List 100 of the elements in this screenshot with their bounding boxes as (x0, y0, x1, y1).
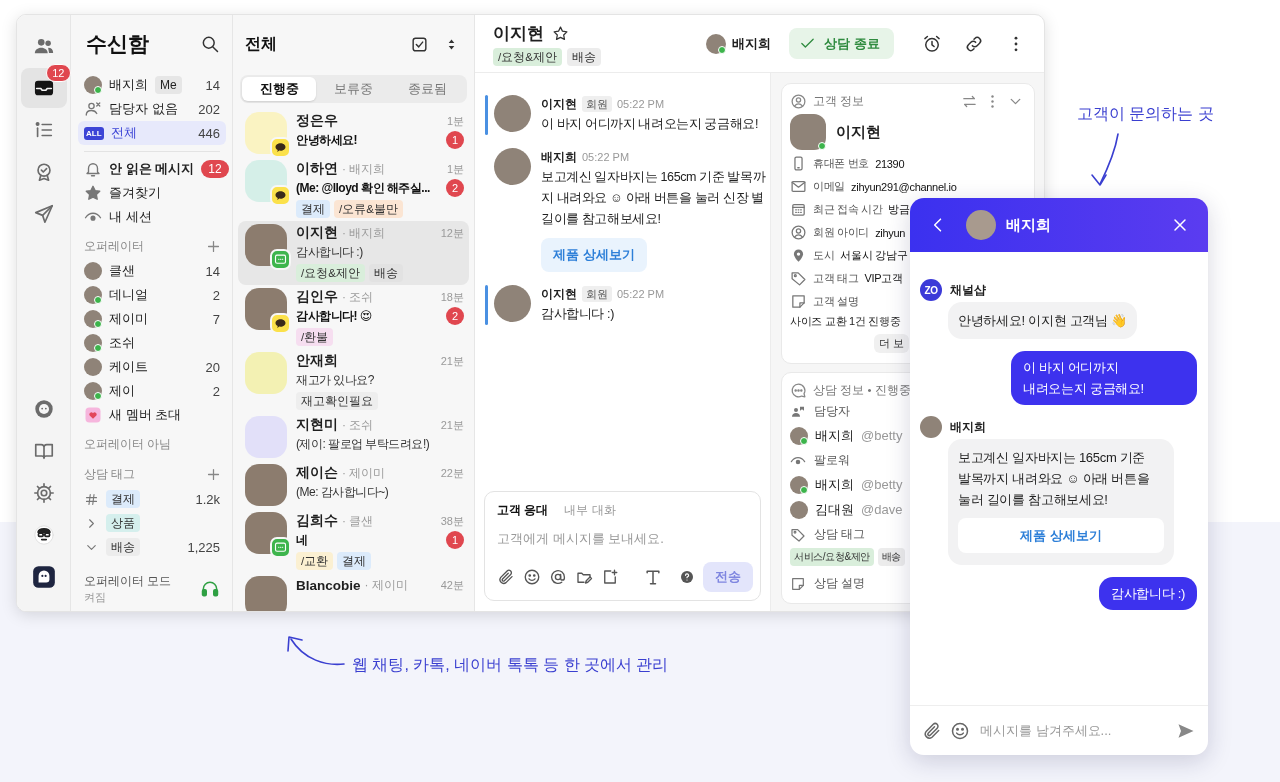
filter-item[interactable]: 즐겨찾기 (78, 181, 226, 205)
section-label: 팔로워 (814, 453, 850, 468)
tag-chip: /요청&제안 (296, 264, 365, 282)
person-circle-icon (790, 92, 807, 110)
avatar-photo (494, 285, 531, 322)
count-label: 2 (212, 287, 220, 303)
smile-icon[interactable] (523, 568, 541, 586)
conversation-item[interactable]: 지현미 · 조쉬 21분 (제이: 팔로업 부탁드려요!) (238, 413, 469, 461)
product-button[interactable]: 제품 상세보기 (541, 238, 647, 272)
count-label: 1,225 (187, 539, 220, 555)
conversation-item[interactable]: 김희수 · 클샌 38분 네 1 /교환 결제 (238, 509, 469, 573)
person-name: 배지희 (815, 475, 854, 494)
assignee-label: · 제이미 (342, 464, 386, 482)
unread-badge: 1 (446, 531, 464, 549)
filter-item[interactable]: 안 읽은 메시지 12 (78, 157, 226, 181)
person-handle: @betty (861, 428, 903, 443)
bot-face-icon (32, 398, 55, 420)
help-icon[interactable] (679, 569, 695, 585)
assignee-label: · 조쉬 (342, 416, 374, 434)
time-label: 21분 (440, 417, 464, 433)
person-x-icon (84, 100, 102, 118)
checkbox-icon[interactable] (410, 34, 429, 54)
conversation-item[interactable]: 이하연 · 배지희 1분 (Me: @lloyd 확인 해주실... 2 결제 /오류&불만 (238, 157, 469, 221)
count-label: 14 (205, 263, 220, 279)
operator-item[interactable]: 제이 2 (78, 379, 226, 403)
person-handle: @betty (861, 477, 903, 492)
square-plus-icon[interactable] (601, 568, 619, 586)
description-text: 사이즈 교환 1건 진행중 (790, 314, 901, 329)
text-format-icon[interactable] (643, 567, 663, 587)
invite-label: 새 멤버 초대 (109, 406, 182, 424)
time-label: 05:22 PM (617, 98, 665, 110)
note-icon (790, 575, 806, 592)
search-icon[interactable] (200, 34, 220, 54)
count-label: 14 (205, 77, 220, 93)
time-label: 1분 (446, 113, 464, 129)
smile-icon[interactable] (950, 720, 970, 741)
tag-item[interactable]: 상품 (78, 511, 226, 535)
conversation-item[interactable]: 정은우 1분 안녕하세요! 1 (238, 109, 469, 157)
more-button[interactable]: 더 보 (874, 334, 910, 353)
operator-name: 케이트 (109, 358, 148, 376)
field-value: 서울시 강남구 (840, 248, 908, 263)
count-label: 20 (205, 359, 220, 375)
operator-item[interactable]: 데니얼 2 (78, 283, 226, 307)
at-sign-icon[interactable] (549, 568, 567, 586)
inbox-label: 담당자 없음 (109, 100, 178, 118)
avatar-photo (494, 148, 531, 185)
paperclip-icon[interactable] (497, 568, 515, 586)
status-tab[interactable]: 진행중 (242, 77, 317, 101)
section-label: 담당자 (814, 404, 850, 419)
headset-icon[interactable] (200, 579, 220, 599)
star-icon[interactable] (552, 24, 569, 42)
field-value: 방금 (888, 202, 910, 217)
hash-icon[interactable] (84, 491, 99, 507)
inbox-item[interactable]: 담당자 없음 202 (78, 97, 226, 121)
product-button[interactable]: 제품 상세보기 (958, 518, 1164, 553)
link-icon[interactable] (964, 33, 984, 54)
section-heading: 상담 태그 (84, 465, 136, 483)
conversation-item[interactable]: 김인우 · 조쉬 18분 감사합니다! 😍 2 /환불 (238, 285, 469, 349)
status-tab[interactable]: 보류중 (316, 77, 391, 101)
operator-item[interactable]: 조쉬 (78, 331, 226, 355)
assignee-label: · 제이미 (364, 576, 408, 594)
avatar-glasses-icon (32, 524, 55, 546)
tag-item[interactable]: 배송 1,225 (78, 535, 226, 559)
chat-bubble-icon (790, 381, 807, 399)
card-title: 고객 정보 (813, 93, 865, 109)
inbox-item[interactable]: 배지희 Me 14 (78, 73, 226, 97)
conversation-item[interactable]: 이지현 · 배지희 12분 감사합니다 :) /요청&제안 배송 (238, 221, 469, 285)
alarm-clock-icon[interactable] (922, 33, 942, 54)
author-name: 이지현 (541, 95, 577, 113)
tag-chip: 서비스/요청&제안 (790, 548, 874, 566)
inbox-item[interactable]: ALL 전체 446 (78, 121, 226, 145)
avatar-photo (494, 95, 531, 132)
paperclip-icon[interactable] (922, 720, 942, 741)
time-label: 22분 (440, 465, 464, 481)
invite-item[interactable]: 새 멤버 초대 (78, 403, 226, 427)
agent-name: 배지희 (1006, 215, 1052, 235)
message-input[interactable]: 고객에게 메시지를 보내세요. (497, 531, 748, 546)
operator-name: 제이미 (109, 310, 148, 328)
unread-badge: 12 (201, 160, 229, 178)
conversation-item[interactable]: 안재희 21분 재고가 있나요? 재고확인필요 (238, 349, 469, 413)
conversation-item[interactable]: 제이슨 · 제이미 22분 (Me: 감사합니다~) (238, 461, 469, 509)
operator-item[interactable]: 클샌 14 (78, 259, 226, 283)
logo-badge: ZO (920, 279, 942, 301)
tag-item[interactable]: 결제 1.2k (78, 487, 226, 511)
count-label: 7 (212, 311, 220, 327)
message-input[interactable]: 메시지를 남겨주세요... (978, 722, 1168, 739)
settings-icon (32, 482, 55, 504)
user-message-bubble: 이 바지 어디까지 내려오는지 궁금해요! (1011, 351, 1197, 405)
composer-tab[interactable]: 고객 응대 (497, 502, 549, 519)
operator-item[interactable]: 제이미 7 (78, 307, 226, 331)
operator-item[interactable]: 케이트 20 (78, 355, 226, 379)
close-chat-button[interactable]: 상담 종료 (789, 28, 894, 59)
mail-icon (790, 178, 807, 195)
filter-item[interactable]: 내 세션 (78, 205, 226, 229)
calendar-icon (790, 201, 807, 218)
assignee-label: · 클샌 (342, 512, 374, 530)
status-tab[interactable]: 종료됨 (390, 77, 465, 101)
person-name: 배지희 (815, 426, 854, 445)
tag-chip: 배송 (368, 264, 403, 282)
conversation-item[interactable]: Blancobie · 제이미 42분 (238, 573, 469, 611)
